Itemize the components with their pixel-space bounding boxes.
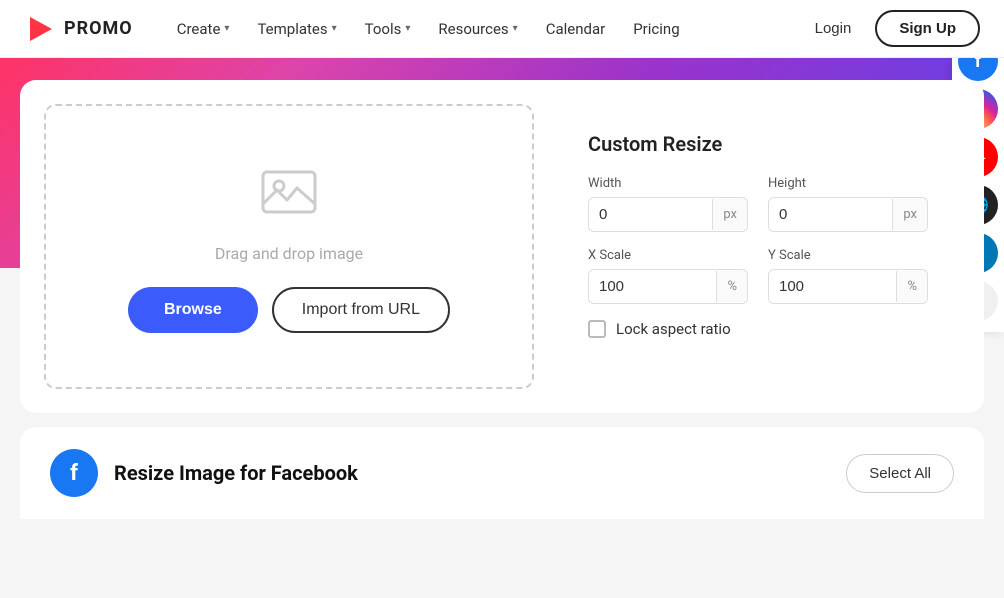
nav-item-resources[interactable]: Resources ▾: [426, 12, 529, 46]
height-unit: px: [892, 199, 927, 230]
chevron-down-icon: ▾: [332, 23, 337, 34]
nav-templates-label: Templates: [257, 20, 327, 38]
nav-calendar-label: Calendar: [546, 20, 606, 38]
width-unit: px: [712, 199, 747, 230]
content-zone: Drag and drop image Browse Import from U…: [0, 58, 1004, 519]
xscale-label: X Scale: [588, 248, 748, 263]
resize-panel: Custom Resize Width px Height px: [558, 104, 958, 389]
lock-aspect-row: Lock aspect ratio: [588, 320, 928, 338]
scale-row: X Scale % Y Scale %: [588, 248, 928, 304]
logo-text: PROMO: [64, 18, 133, 39]
chevron-down-icon: ▾: [405, 23, 410, 34]
width-label: Width: [588, 176, 748, 191]
import-url-button[interactable]: Import from URL: [272, 287, 450, 333]
height-input[interactable]: [769, 198, 892, 231]
fb-logo-row: f Resize Image for Facebook: [50, 449, 358, 497]
upload-area[interactable]: Drag and drop image Browse Import from U…: [44, 104, 534, 389]
nav-tools-label: Tools: [365, 20, 402, 38]
width-height-row: Width px Height px: [588, 176, 928, 232]
lock-aspect-checkbox[interactable]: [588, 320, 606, 338]
nav-item-calendar[interactable]: Calendar: [534, 12, 618, 46]
height-field: Height px: [768, 176, 928, 232]
logo[interactable]: PROMO: [24, 13, 133, 45]
yscale-input[interactable]: [769, 270, 896, 303]
yscale-input-group: %: [768, 269, 928, 304]
lock-aspect-label: Lock aspect ratio: [616, 320, 731, 338]
card-actions: Browse Import from URL: [128, 287, 450, 333]
signup-button[interactable]: Sign Up: [875, 10, 980, 47]
yscale-field: Y Scale %: [768, 248, 928, 304]
chevron-down-icon: ▾: [224, 23, 229, 34]
resize-title: Custom Resize: [588, 132, 928, 156]
select-all-button[interactable]: Select All: [846, 454, 954, 493]
chevron-down-icon: ▾: [513, 23, 518, 34]
xscale-field: X Scale %: [588, 248, 748, 304]
nav-item-templates[interactable]: Templates ▾: [245, 12, 348, 46]
nav-item-tools[interactable]: Tools ▾: [353, 12, 423, 46]
login-button[interactable]: Login: [803, 12, 864, 45]
browse-button[interactable]: Browse: [128, 287, 258, 333]
nav-create-label: Create: [177, 20, 221, 38]
width-field: Width px: [588, 176, 748, 232]
navbar: PROMO Create ▾ Templates ▾ Tools ▾ Resou…: [0, 0, 1004, 58]
width-input-group: px: [588, 197, 748, 232]
bottom-section: f Resize Image for Facebook Select All: [20, 427, 984, 519]
main-card: Drag and drop image Browse Import from U…: [20, 80, 984, 413]
nav-pricing-label: Pricing: [633, 20, 679, 38]
promo-logo-icon: [24, 13, 56, 45]
nav-right: Login Sign Up: [803, 10, 980, 47]
drag-drop-text: Drag and drop image: [215, 244, 363, 263]
yscale-label: Y Scale: [768, 248, 928, 263]
height-label: Height: [768, 176, 928, 191]
nav-items: Create ▾ Templates ▾ Tools ▾ Resources ▾…: [165, 12, 803, 46]
width-input[interactable]: [589, 198, 712, 231]
xscale-input[interactable]: [589, 270, 716, 303]
xscale-input-group: %: [588, 269, 748, 304]
nav-item-create[interactable]: Create ▾: [165, 12, 242, 46]
nav-resources-label: Resources: [438, 20, 508, 38]
facebook-resize-title: Resize Image for Facebook: [114, 461, 358, 485]
nav-item-pricing[interactable]: Pricing: [621, 12, 691, 46]
height-input-group: px: [768, 197, 928, 232]
xscale-unit: %: [716, 271, 747, 302]
facebook-icon: f: [50, 449, 98, 497]
yscale-unit: %: [896, 271, 927, 302]
image-placeholder-icon: [257, 160, 321, 228]
